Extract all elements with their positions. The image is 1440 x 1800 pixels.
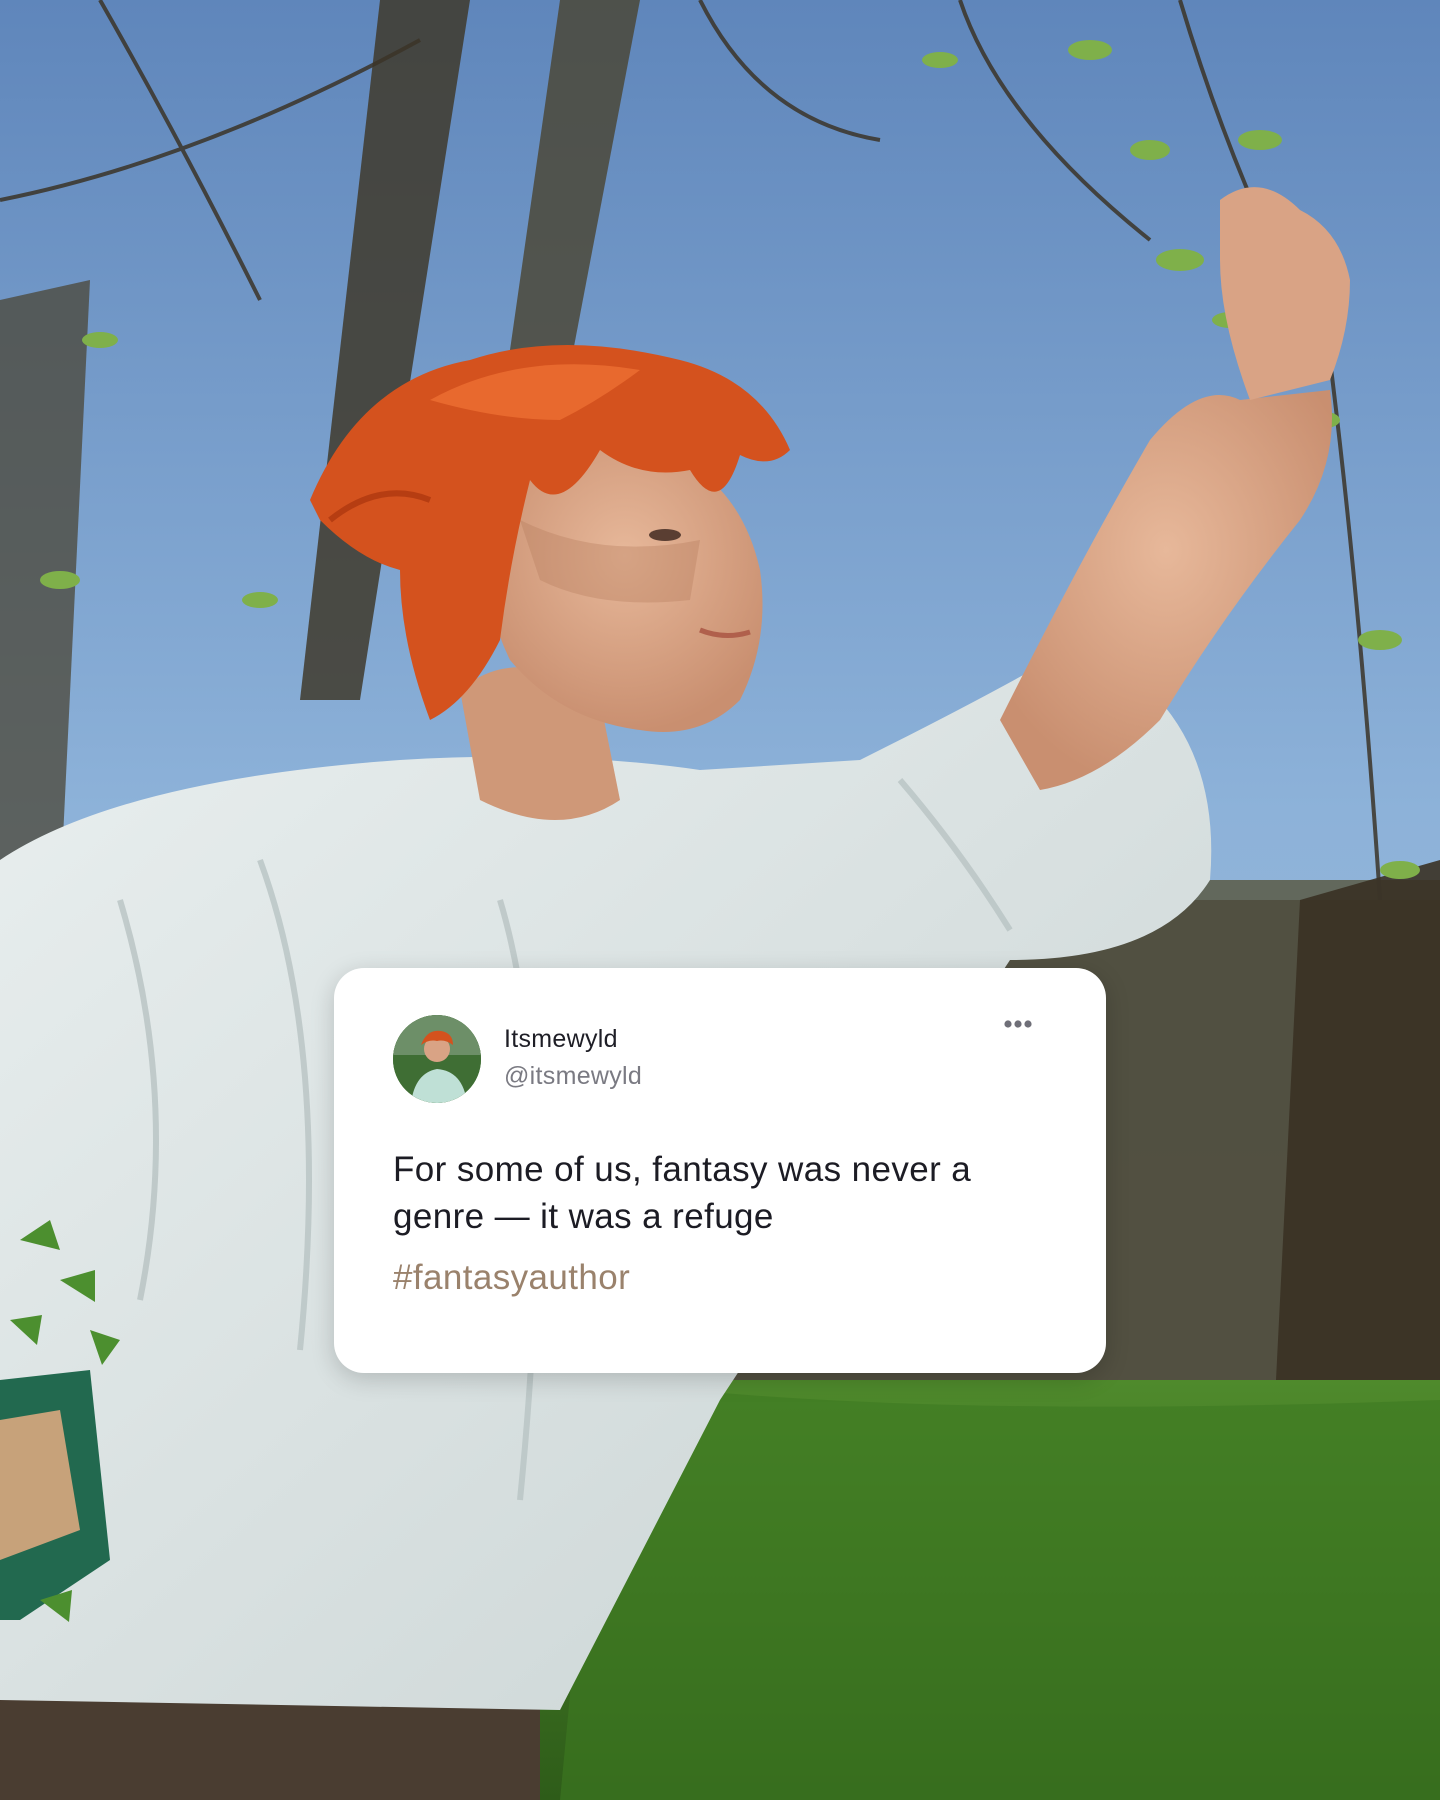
user-handle: @itsmewyld (504, 1062, 643, 1090)
background-photo (0, 0, 1440, 1800)
post-card: Itsmewyld @itsmewyld For some of us, fan… (334, 968, 1106, 1373)
avatar[interactable] (393, 1015, 481, 1103)
display-name: Itsmewyld (504, 1025, 618, 1053)
post-text: For some of us, fantasy was never a genr… (393, 1150, 972, 1236)
avatar-image (393, 1015, 481, 1103)
more-options-button[interactable] (998, 1012, 1038, 1036)
post-graphic: Itsmewyld @itsmewyld For some of us, fan… (0, 0, 1440, 1800)
more-horizontal-icon (1004, 1020, 1032, 1028)
hashtag-link[interactable]: #fantasyauthor (393, 1258, 630, 1298)
